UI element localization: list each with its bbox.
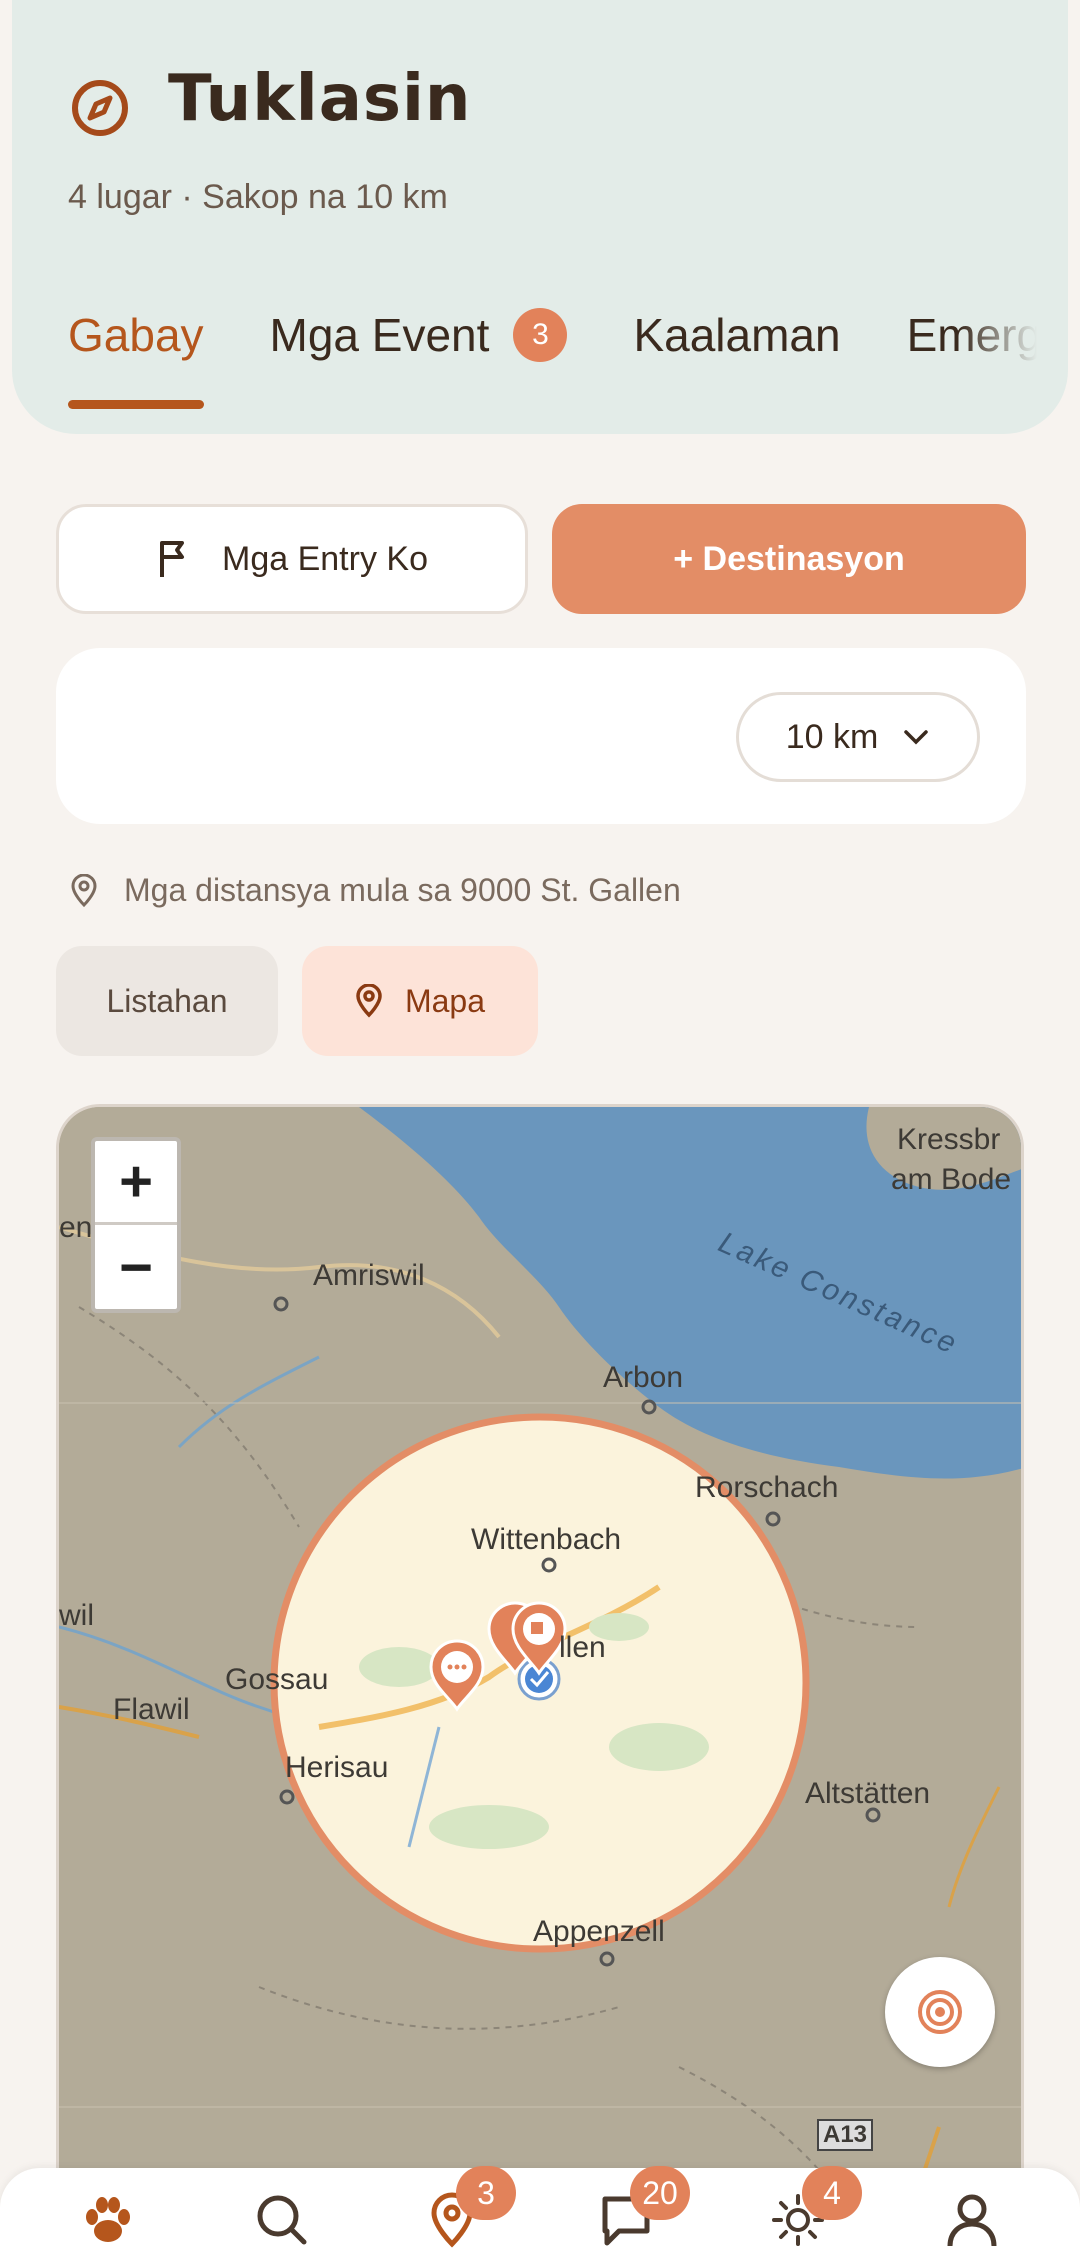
zoom-control: + − (91, 1137, 181, 1313)
map-view-label: Mapa (404, 982, 486, 1019)
paw-icon (86, 2197, 130, 2242)
map-label-wittenbach: Wittenbach (471, 1523, 622, 1556)
tab-gabay[interactable]: Gabay (68, 308, 204, 409)
tab-kaalaman[interactable]: Kaalaman (633, 308, 840, 362)
bottom-nav: 3 20 4 (0, 2166, 1080, 2268)
map-pin-icon (356, 984, 382, 1018)
header: Tuklasin 4 lugar · Sakop na 10 km Gabay … (12, 0, 1068, 434)
radius-value: 10 km (785, 717, 879, 756)
places-badge: 3 (456, 2166, 516, 2220)
map-label-wil: wil (59, 1599, 94, 1632)
list-view-label: Listahan (106, 982, 228, 1019)
tab-count-badge: 3 (513, 308, 568, 362)
map-label-herisau: Herisau (285, 1751, 389, 1784)
tab-mga-event[interactable]: Mga Event 3 (270, 308, 568, 362)
my-entries-button[interactable]: Mga Entry Ko (56, 504, 528, 614)
tab-label: Emerg (906, 309, 1037, 361)
map-label-en: en (59, 1211, 93, 1244)
radius-select[interactable]: 10 km (736, 692, 980, 782)
map-view-button[interactable]: Mapa (302, 946, 538, 1056)
compass-icon (72, 80, 128, 136)
tab-label: Gabay (68, 309, 204, 361)
tab-bar: Gabay Mga Event 3 Kaalaman Emerg (68, 308, 1080, 409)
map-canvas (59, 1107, 1021, 2268)
location-pin-icon (71, 873, 97, 907)
nav-pets[interactable] (78, 2190, 138, 2250)
map-label-appenzell: Appenzell (533, 1915, 665, 1948)
tab-label: Kaalaman (633, 309, 841, 361)
map-label-arbon: Arbon (603, 1361, 684, 1394)
chat-badge: 20 (630, 2166, 690, 2220)
action-row: Mga Entry Ko + Destinasyon (56, 504, 1026, 614)
nav-places[interactable]: 3 (422, 2166, 516, 2250)
weather-badge: 4 (802, 2166, 862, 2220)
filter-card: 10 km (56, 648, 1026, 824)
search-icon (257, 2195, 307, 2245)
map-label-kressbronn: Kressbr (897, 1123, 1001, 1156)
target-icon (918, 1990, 962, 2034)
map-label-gossau: Gossau (225, 1663, 329, 1696)
map-label-flawil: Flawil (113, 1693, 190, 1726)
tab-label: Mga Event (269, 309, 490, 361)
map-label-am-bodensee: am Bode (891, 1163, 1012, 1196)
page-subtitle: 4 lugar · Sakop na 10 km (68, 178, 448, 216)
nav-search[interactable] (252, 2190, 312, 2250)
map-label-altstatten: Altstätten (805, 1777, 931, 1810)
distance-note-text: Mga distansya mula sa 9000 St. Gallen (124, 872, 681, 908)
view-toggle: Listahan Mapa (56, 946, 538, 1056)
nav-weather[interactable]: 4 (768, 2166, 862, 2250)
map-label-amriswil: Amriswil (313, 1259, 425, 1292)
add-destination-label: + Destinasyon (673, 539, 905, 578)
page-title: Tuklasin (168, 62, 472, 136)
distance-note: Mga distansya mula sa 9000 St. Gallen (70, 872, 681, 909)
title-row: Tuklasin (68, 58, 471, 140)
zoom-in-button[interactable]: + (95, 1141, 177, 1225)
map-label-a13: A13 (817, 2119, 874, 2151)
map-label-rorschach: Rorschach (695, 1471, 839, 1504)
map-label-st-gallen: llen (559, 1631, 606, 1664)
flag-icon (160, 541, 184, 577)
zoom-out-button[interactable]: − (95, 1225, 177, 1309)
recenter-button[interactable] (885, 1957, 995, 2067)
nav-chat[interactable]: 20 (596, 2166, 690, 2250)
chevron-down-icon (904, 730, 929, 745)
list-view-button[interactable]: Listahan (56, 946, 278, 1056)
map-view[interactable]: Kressbr am Bode en Amriswil Arbon Lake C… (56, 1104, 1024, 2268)
my-entries-label: Mga Entry Ko (222, 539, 428, 578)
nav-profile[interactable] (942, 2190, 1002, 2250)
profile-icon (947, 2194, 997, 2247)
tab-emergency[interactable]: Emerg (907, 308, 1037, 362)
add-destination-button[interactable]: + Destinasyon (552, 504, 1026, 614)
